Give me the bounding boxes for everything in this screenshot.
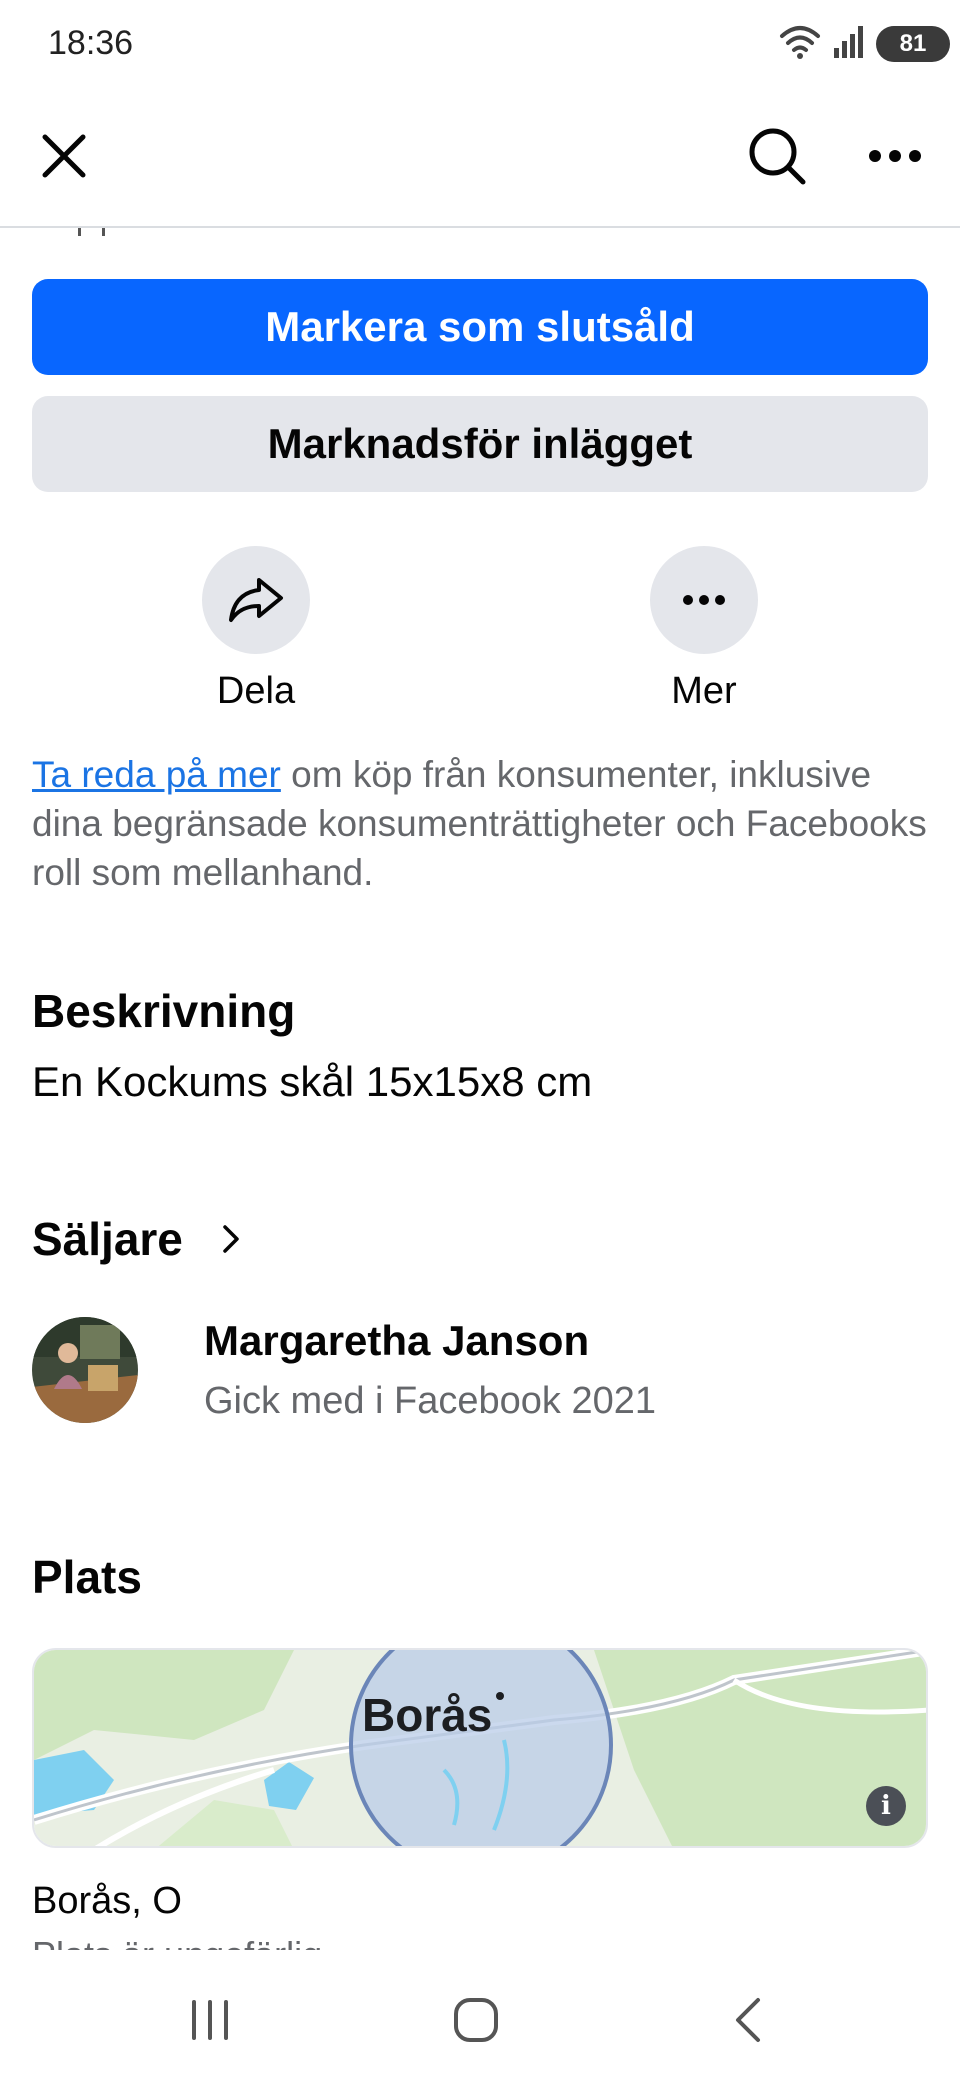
map-city-label: Borås <box>362 1689 493 1741</box>
avatar[interactable] <box>32 1316 138 1423</box>
close-icon <box>42 134 86 178</box>
recent-apps-button[interactable] <box>170 1980 250 2060</box>
description-text: En Kockums skål 15x15x8 cm <box>32 1058 593 1105</box>
close-button[interactable] <box>28 120 100 192</box>
share-button[interactable] <box>202 546 310 654</box>
signal-icon <box>832 24 866 65</box>
seller-profile[interactable]: Margaretha Janson Gick med i Facebook 20… <box>32 1316 656 1423</box>
more-horizontal-icon <box>683 595 725 605</box>
search-button[interactable] <box>741 120 813 192</box>
listing-content: Markera som slutsåld Marknadsför inlägge… <box>0 228 960 1950</box>
status-icons: 81 <box>778 22 950 66</box>
more-options-button[interactable] <box>859 120 931 192</box>
share-icon <box>229 578 283 622</box>
battery-icon: 81 <box>876 26 950 62</box>
chevron-right-icon <box>221 1223 241 1255</box>
description-title: Beskrivning <box>32 985 296 1037</box>
location-text: Borås, O <box>32 1880 182 1922</box>
back-icon <box>736 1998 760 2042</box>
status-bar: 18:36 81 <box>0 0 960 92</box>
search-icon <box>749 128 806 185</box>
consumer-info-text: Ta reda på mer om köp från konsumenter, … <box>32 750 928 897</box>
seller-info: Margaretha Janson Gick med i Facebook 20… <box>204 1316 656 1423</box>
back-button[interactable] <box>708 1980 788 2060</box>
seller-title: Säljare <box>32 1213 183 1265</box>
wifi-icon <box>778 22 822 67</box>
clipped-text-fragment <box>78 228 105 236</box>
home-button[interactable] <box>436 1980 516 2060</box>
learn-more-link[interactable]: Ta reda på mer <box>32 754 281 795</box>
location-map[interactable]: Borås i <box>32 1648 928 1848</box>
seller-header[interactable]: Säljare <box>32 1212 241 1266</box>
location-approximate-note: Plats är ungefärlig <box>32 1934 322 1950</box>
map-image <box>34 1650 926 1846</box>
promote-post-button[interactable]: Marknadsför inlägget <box>32 396 928 492</box>
more-label: Mer <box>671 670 737 712</box>
more-action[interactable]: Mer <box>604 546 804 713</box>
seller-joined: Gick med i Facebook 2021 <box>204 1380 657 1422</box>
location-title: Plats <box>32 1551 142 1603</box>
more-button[interactable] <box>650 546 758 654</box>
share-label: Dela <box>216 670 296 712</box>
system-nav-bar <box>0 1950 960 2080</box>
share-action[interactable]: Dela <box>156 546 356 713</box>
mark-as-sold-button[interactable]: Markera som slutsåld <box>32 279 928 375</box>
info-icon[interactable]: i <box>866 1786 906 1826</box>
home-icon <box>454 1998 498 2042</box>
recent-apps-icon <box>192 2000 228 2040</box>
status-time: 18:36 <box>48 24 134 62</box>
top-nav <box>0 92 960 228</box>
more-horizontal-icon <box>869 150 921 162</box>
seller-name[interactable]: Margaretha Janson <box>204 1316 656 1366</box>
